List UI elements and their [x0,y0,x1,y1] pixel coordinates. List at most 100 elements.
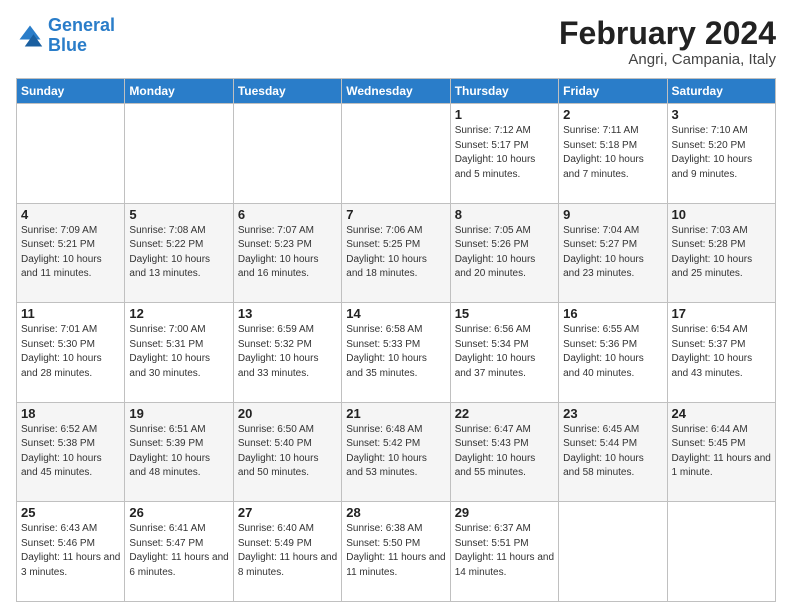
week-row-0: 1 Sunrise: 7:12 AM Sunset: 5:17 PM Daylig… [17,104,776,204]
cell-0-1 [125,104,233,204]
cell-1-4: 8Sunrise: 7:05 AM Sunset: 5:26 PM Daylig… [450,203,558,303]
cell-1-3: 7 Sunrise: 7:06 AM Sunset: 5:25 PM Daylig… [342,203,450,303]
logo-line2: Blue [48,35,87,55]
cell-4-3: 28Sunrise: 6:38 AM Sunset: 5:50 PM Dayli… [342,502,450,602]
cell-4-5 [559,502,667,602]
col-thursday: Thursday [450,79,558,104]
day-number: 20 [238,406,337,421]
day-info: Sunrise: 6:58 AM Sunset: 5:33 PM Dayligh… [346,323,445,381]
cell-3-6: 24Sunrise: 6:44 AM Sunset: 5:45 PM Dayli… [667,402,775,502]
cell-4-2: 27 Sunrise: 6:40 AM Sunset: 5:49 PM Dayli… [233,502,341,602]
calendar-subtitle: Angri, Campania, Italy [559,51,776,68]
cell-2-1: 12Sunrise: 7:00 AM Sunset: 5:31 PM Dayli… [125,303,233,403]
day-info: Sunrise: 7:09 AM Sunset: 5:21 PM Dayligh… [21,224,120,282]
day-number: 26 [129,505,228,520]
cell-0-3 [342,104,450,204]
cell-1-1: 5 Sunrise: 7:08 AM Sunset: 5:22 PM Daylig… [125,203,233,303]
title-block: February 2024 Angri, Campania, Italy [559,16,776,68]
day-number: 29 [455,505,554,520]
day-info: Sunrise: 6:47 AM Sunset: 5:43 PM Dayligh… [455,423,554,481]
day-number: 23 [563,406,662,421]
day-info: Sunrise: 7:06 AM Sunset: 5:25 PM Dayligh… [346,224,445,282]
cell-2-6: 17 Sunrise: 6:54 AM Sunset: 5:37 PM Dayli… [667,303,775,403]
cell-2-2: 13 Sunrise: 6:59 AM Sunset: 5:32 PM Dayli… [233,303,341,403]
day-info: Sunrise: 6:38 AM Sunset: 5:50 PM Dayligh… [346,522,445,580]
day-number: 1 [455,107,554,122]
day-info: Sunrise: 7:08 AM Sunset: 5:22 PM Dayligh… [129,224,228,282]
day-number: 2 [563,107,662,122]
cell-3-3: 21Sunrise: 6:48 AM Sunset: 5:42 PM Dayli… [342,402,450,502]
day-info: Sunrise: 6:37 AM Sunset: 5:51 PM Dayligh… [455,522,554,580]
day-number: 15 [455,306,554,321]
day-number: 11 [21,306,120,321]
week-row-1: 4 Sunrise: 7:09 AM Sunset: 5:21 PM Daylig… [17,203,776,303]
week-row-2: 11 Sunrise: 7:01 AM Sunset: 5:30 PM Dayli… [17,303,776,403]
day-info: Sunrise: 6:40 AM Sunset: 5:49 PM Dayligh… [238,522,337,580]
day-info: Sunrise: 6:41 AM Sunset: 5:47 PM Dayligh… [129,522,228,580]
day-number: 17 [672,306,771,321]
col-sunday: Sunday [17,79,125,104]
day-info: Sunrise: 7:11 AM Sunset: 5:18 PM Dayligh… [563,124,662,182]
day-number: 14 [346,306,445,321]
cell-2-5: 16 Sunrise: 6:55 AM Sunset: 5:36 PM Dayli… [559,303,667,403]
col-wednesday: Wednesday [342,79,450,104]
day-info: Sunrise: 7:04 AM Sunset: 5:27 PM Dayligh… [563,224,662,282]
col-friday: Friday [559,79,667,104]
calendar-header: Sunday Monday Tuesday Wednesday Thursday… [17,79,776,104]
cell-0-2 [233,104,341,204]
day-number: 10 [672,207,771,222]
cell-0-6: 3Sunrise: 7:10 AM Sunset: 5:20 PM Daylig… [667,104,775,204]
col-tuesday: Tuesday [233,79,341,104]
col-monday: Monday [125,79,233,104]
week-row-3: 18 Sunrise: 6:52 AM Sunset: 5:38 PM Dayli… [17,402,776,502]
cell-3-2: 20 Sunrise: 6:50 AM Sunset: 5:40 PM Dayli… [233,402,341,502]
cell-0-4: 1 Sunrise: 7:12 AM Sunset: 5:17 PM Daylig… [450,104,558,204]
day-info: Sunrise: 6:54 AM Sunset: 5:37 PM Dayligh… [672,323,771,381]
day-info: Sunrise: 7:05 AM Sunset: 5:26 PM Dayligh… [455,224,554,282]
logo: General Blue [16,16,115,56]
day-number: 27 [238,505,337,520]
cell-2-4: 15Sunrise: 6:56 AM Sunset: 5:34 PM Dayli… [450,303,558,403]
day-info: Sunrise: 6:44 AM Sunset: 5:45 PM Dayligh… [672,423,771,481]
cell-0-0 [17,104,125,204]
day-info: Sunrise: 7:12 AM Sunset: 5:17 PM Dayligh… [455,124,554,182]
col-saturday: Saturday [667,79,775,104]
cell-2-3: 14 Sunrise: 6:58 AM Sunset: 5:33 PM Dayli… [342,303,450,403]
day-info: Sunrise: 7:10 AM Sunset: 5:20 PM Dayligh… [672,124,771,182]
day-info: Sunrise: 7:03 AM Sunset: 5:28 PM Dayligh… [672,224,771,282]
day-info: Sunrise: 6:50 AM Sunset: 5:40 PM Dayligh… [238,423,337,481]
day-info: Sunrise: 6:52 AM Sunset: 5:38 PM Dayligh… [21,423,120,481]
cell-0-5: 2 Sunrise: 7:11 AM Sunset: 5:18 PM Daylig… [559,104,667,204]
calendar-body: 1 Sunrise: 7:12 AM Sunset: 5:17 PM Daylig… [17,104,776,602]
day-number: 4 [21,207,120,222]
day-info: Sunrise: 6:55 AM Sunset: 5:36 PM Dayligh… [563,323,662,381]
day-number: 13 [238,306,337,321]
week-row-4: 25Sunrise: 6:43 AM Sunset: 5:46 PM Dayli… [17,502,776,602]
day-number: 16 [563,306,662,321]
day-number: 7 [346,207,445,222]
cell-3-5: 23Sunrise: 6:45 AM Sunset: 5:44 PM Dayli… [559,402,667,502]
day-info: Sunrise: 7:00 AM Sunset: 5:31 PM Dayligh… [129,323,228,381]
day-info: Sunrise: 7:01 AM Sunset: 5:30 PM Dayligh… [21,323,120,381]
day-info: Sunrise: 6:51 AM Sunset: 5:39 PM Dayligh… [129,423,228,481]
day-number: 18 [21,406,120,421]
calendar-table: Sunday Monday Tuesday Wednesday Thursday… [16,78,776,602]
cell-3-1: 19 Sunrise: 6:51 AM Sunset: 5:39 PM Dayli… [125,402,233,502]
cell-4-1: 26 Sunrise: 6:41 AM Sunset: 5:47 PM Dayli… [125,502,233,602]
logo-icon [16,22,44,50]
header: General Blue February 2024 Angri, Campan… [16,16,776,68]
cell-1-5: 9Sunrise: 7:04 AM Sunset: 5:27 PM Daylig… [559,203,667,303]
cell-4-4: 29 Sunrise: 6:37 AM Sunset: 5:51 PM Dayli… [450,502,558,602]
cell-3-0: 18 Sunrise: 6:52 AM Sunset: 5:38 PM Dayli… [17,402,125,502]
header-row: Sunday Monday Tuesday Wednesday Thursday… [17,79,776,104]
day-number: 22 [455,406,554,421]
day-number: 5 [129,207,228,222]
day-info: Sunrise: 7:07 AM Sunset: 5:23 PM Dayligh… [238,224,337,282]
cell-3-4: 22 Sunrise: 6:47 AM Sunset: 5:43 PM Dayli… [450,402,558,502]
day-info: Sunrise: 6:48 AM Sunset: 5:42 PM Dayligh… [346,423,445,481]
day-info: Sunrise: 6:59 AM Sunset: 5:32 PM Dayligh… [238,323,337,381]
day-number: 19 [129,406,228,421]
logo-line1: General [48,15,115,35]
logo-text: General Blue [48,16,115,56]
calendar-title: February 2024 [559,16,776,51]
